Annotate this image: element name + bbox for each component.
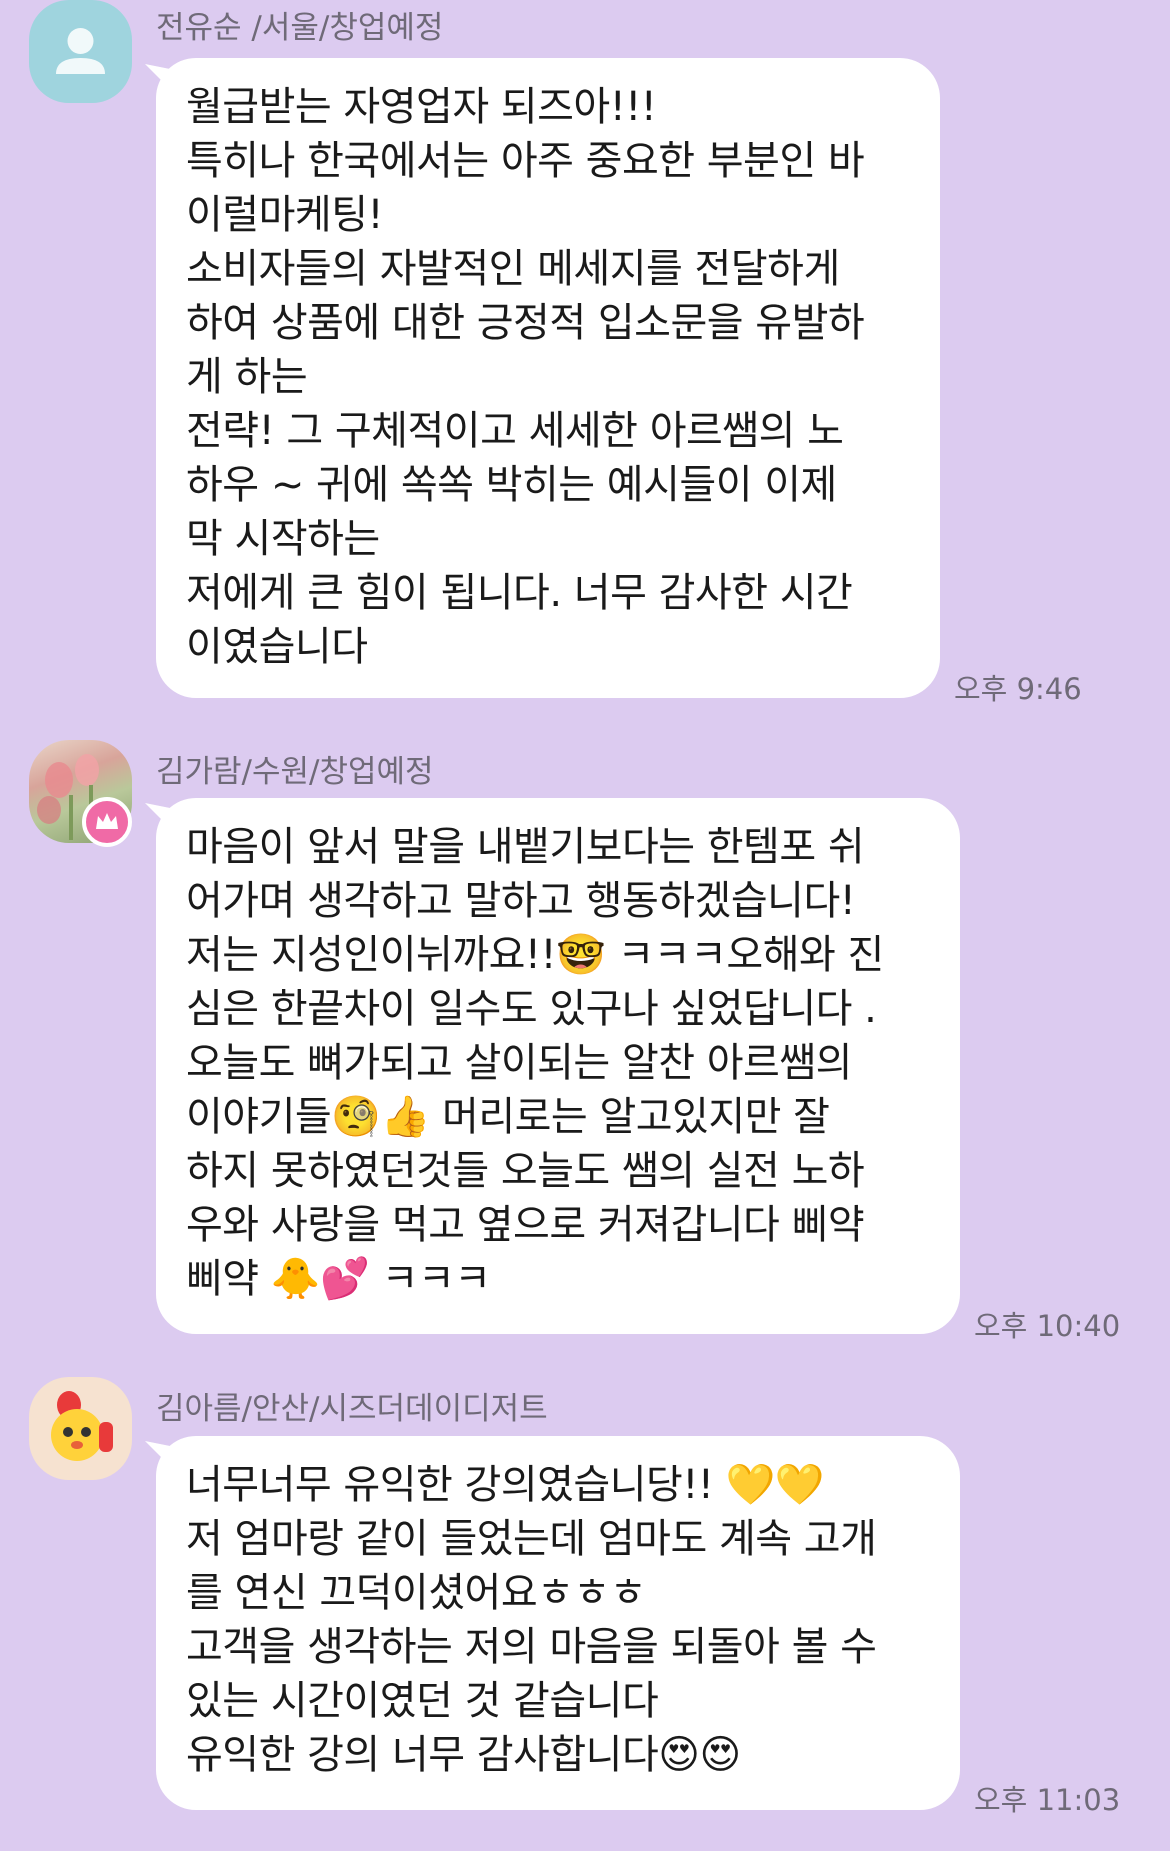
message-line: 어가며 생각하고 말하고 행동하겠습니다! (186, 878, 856, 924)
message-line: 유익한 강의 너무 감사합니다😍😍 (186, 1732, 741, 1778)
message-line: 저에게 큰 힘이 됩니다. 너무 감사한 시간 (186, 570, 853, 616)
sender-name: 김가람/수원/창업예정 (156, 754, 434, 790)
cartoon-character (51, 1391, 113, 1461)
message-line: 이럴마케팅! (186, 192, 384, 238)
crown-icon (96, 813, 118, 829)
message-timestamp: 오후 10:40 (974, 1309, 1121, 1343)
crown-badge (82, 797, 132, 847)
message-line: 삐약 🐥💕 ㅋㅋㅋ (186, 1256, 491, 1302)
message-line: 하지 못하였던것들 오늘도 쌤의 실전 노하 (186, 1148, 865, 1194)
sender-name: 김아름/안산/시즈더데이디저트 (156, 1391, 548, 1427)
sender-name: 전유순 /서울/창업예정 (156, 10, 444, 46)
profile-avatar[interactable] (29, 1377, 132, 1480)
message-line: 이야기들🧐👍 머리로는 알고있지만 잘 (186, 1094, 830, 1140)
message-line: 전략! 그 구체적이고 세세한 아르쌤의 노 (186, 408, 844, 454)
message-line: 고객을 생각하는 저의 마음을 되돌아 볼 수 (186, 1624, 877, 1670)
message-line: 소비자들의 자발적인 메세지를 전달하게 (186, 246, 840, 292)
message-bubble[interactable]: 마음이 앞서 말을 내뱉기보다는 한템포 쉬 어가며 생각하고 말하고 행동하겠… (156, 798, 960, 1334)
message-line: 하우 ~ 귀에 쏙쏙 박히는 예시들이 이제 (186, 462, 837, 508)
message-line: 저 엄마랑 같이 들었는데 엄마도 계속 고개 (186, 1516, 877, 1562)
message-line: 우와 사랑을 먹고 옆으로 커져갑니다 삐약 (186, 1202, 865, 1248)
message-line: 게 하는 (186, 354, 308, 400)
message-bubble[interactable]: 너무너무 유익한 강의였습니당!! 💛💛 저 엄마랑 같이 들었는데 엄마도 계… (156, 1436, 960, 1810)
message-line: 이였습니다 (186, 624, 368, 670)
message-line: 월급받는 자영업자 되즈아!!! (186, 84, 657, 130)
message-timestamp: 오후 9:46 (954, 672, 1082, 706)
message-line: 저는 지성인이뉘까요!!🤓 ㅋㅋㅋ오해와 진 (186, 932, 884, 978)
message-line: 특히나 한국에서는 아주 중요한 부분인 바 (186, 138, 865, 184)
message-line: 막 시작하는 (186, 516, 380, 562)
message-line: 너무너무 유익한 강의였습니당!! 💛💛 (186, 1462, 825, 1508)
message-line: 심은 한끝차이 일수도 있구나 싶었답니다 . (186, 986, 877, 1032)
message-line: 오늘도 뼈가되고 살이되는 알찬 아르쌤의 (186, 1040, 852, 1086)
message-line: 를 연신 끄덕이셨어요ㅎㅎㅎ (186, 1570, 647, 1616)
profile-avatar[interactable] (29, 0, 132, 103)
message-bubble[interactable]: 월급받는 자영업자 되즈아!!! 특히나 한국에서는 아주 중요한 부분인 바 … (156, 58, 940, 698)
message-line: 하여 상품에 대한 긍정적 입소문을 유발하 (186, 300, 865, 346)
message-line: 마음이 앞서 말을 내뱉기보다는 한템포 쉬 (186, 824, 865, 870)
person-silhouette-icon (56, 28, 105, 74)
message-timestamp: 오후 11:03 (974, 1783, 1121, 1817)
message-line: 있는 시간이였던 것 같습니다 (186, 1678, 659, 1724)
